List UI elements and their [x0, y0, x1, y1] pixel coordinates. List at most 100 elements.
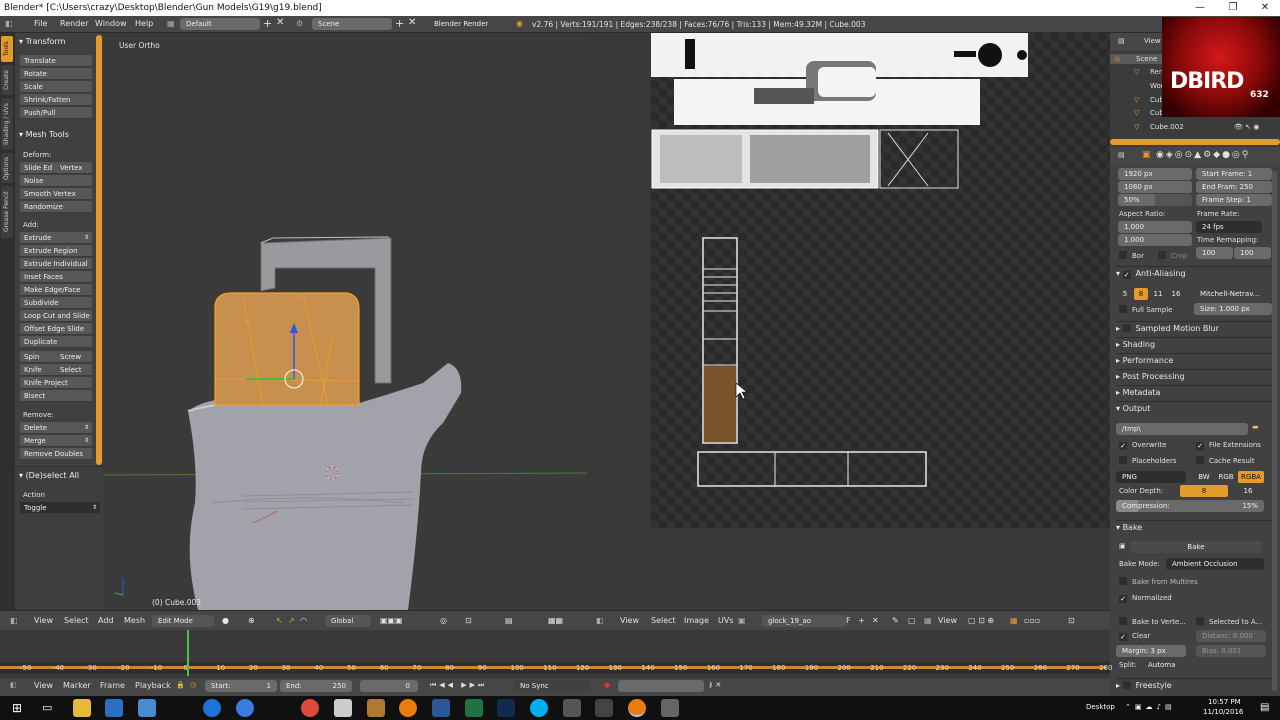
pivot-icon[interactable]: ⊕: [248, 616, 255, 625]
menu-window[interactable]: Window: [95, 19, 127, 28]
excel-icon[interactable]: [465, 699, 483, 717]
bake-button[interactable]: Bake: [1130, 541, 1262, 553]
properties-type-icon[interactable]: ▤: [1118, 151, 1125, 159]
blender-taskbar-icon[interactable]: [399, 699, 417, 717]
render-engine-select[interactable]: Blender Render: [428, 18, 508, 30]
clear-checkbox[interactable]: ✓ Clear: [1119, 632, 1150, 641]
full-sample-checkbox[interactable]: Full Sample: [1119, 305, 1172, 314]
outliner-item[interactable]: Cube.002: [1150, 123, 1184, 131]
manipulator-icon[interactable]: ↖: [276, 616, 283, 625]
visibility-icons[interactable]: 👁 ↖ ◉: [1234, 123, 1259, 131]
outliner-type-icon[interactable]: ▤: [1118, 37, 1125, 45]
viewport-menu-mesh[interactable]: Mesh: [124, 616, 145, 625]
context-tab-icons[interactable]: ◉◈◎⊙▲⚙◆●◎⚲: [1156, 150, 1250, 160]
metadata-panel-header[interactable]: ▸ Metadata: [1116, 385, 1272, 399]
store-icon[interactable]: [105, 699, 123, 717]
viewport-menu-select[interactable]: Select: [64, 616, 89, 625]
editor-type-icon[interactable]: ◧: [596, 616, 604, 625]
mode-select[interactable]: Edit Mode: [152, 615, 214, 627]
loop-cut-button[interactable]: Loop Cut and Slide: [20, 310, 92, 322]
app-icon[interactable]: [661, 699, 679, 717]
shrink-fatten-button[interactable]: Shrink/Fatten: [20, 94, 92, 106]
start-frame-field[interactable]: Start: 1: [205, 680, 277, 692]
color-mode-rgba[interactable]: RGBA: [1238, 471, 1264, 483]
chrome-icon[interactable]: [301, 699, 319, 717]
frame-step-field[interactable]: Frame Step: 1: [1196, 194, 1272, 206]
rotate-icon[interactable]: ◠: [300, 616, 307, 625]
translate-button[interactable]: Translate: [20, 55, 92, 67]
app-icon[interactable]: [236, 699, 254, 717]
tray-icons[interactable]: ⌃▣☁♪▤: [1125, 703, 1176, 711]
viewport-menu-view[interactable]: View: [34, 616, 53, 625]
color-mode-rgb[interactable]: RGB: [1215, 471, 1237, 483]
file-format-select[interactable]: PNG: [1116, 471, 1186, 483]
lock-icon[interactable]: 🔒: [176, 681, 185, 689]
notepad-icon[interactable]: [334, 699, 352, 717]
overwrite-checkbox[interactable]: ✓ Overwrite: [1119, 441, 1166, 450]
minimize-button[interactable]: —: [1185, 0, 1215, 16]
timeline-menu-frame[interactable]: Frame: [100, 681, 125, 690]
task-view-icon[interactable]: ▭: [42, 701, 52, 714]
post-processing-panel-header[interactable]: ▸ Post Processing: [1116, 369, 1272, 383]
folder-icon[interactable]: ▬: [1252, 423, 1259, 431]
extrude-individual-button[interactable]: Extrude Individual: [20, 258, 92, 270]
performance-panel-header[interactable]: ▸ Performance: [1116, 353, 1272, 367]
extrude-region-button[interactable]: Extrude Region: [20, 245, 92, 257]
scene-field[interactable]: Scene: [312, 18, 392, 30]
aspect-y-field[interactable]: 1.000: [1118, 234, 1192, 246]
app-icon[interactable]: [138, 699, 156, 717]
layer-buttons[interactable]: ▦▦: [548, 616, 563, 625]
snap-icon[interactable]: ⊡: [465, 616, 472, 625]
bake-mode-select[interactable]: Ambient Occlusion: [1166, 558, 1264, 570]
aa-samples-8[interactable]: 8: [1134, 288, 1148, 300]
sync-select-icon[interactable]: ▦: [1010, 616, 1018, 625]
start-frame-field[interactable]: Start Frame: 1: [1196, 168, 1272, 180]
aspect-x-field[interactable]: 1.000: [1118, 221, 1192, 233]
color-mode-bw[interactable]: BW: [1194, 471, 1214, 483]
file-explorer-icon[interactable]: [73, 699, 91, 717]
end-frame-field[interactable]: End: 250: [280, 680, 352, 692]
tab-grease-pencil[interactable]: Grease Pencil: [1, 186, 13, 238]
smooth-vertex-button[interactable]: Smooth Vertex: [20, 188, 92, 200]
app-icon[interactable]: [563, 699, 581, 717]
output-path-field[interactable]: /tmp\: [1116, 423, 1248, 435]
rotate-button[interactable]: Rotate: [20, 68, 92, 80]
offset-edge-slide-button[interactable]: Offset Edge Slide: [20, 323, 92, 335]
bias-field[interactable]: Bias: 0.001: [1196, 645, 1266, 657]
uv-menu-view[interactable]: View: [620, 616, 639, 625]
slide-edge-button[interactable]: Slide Ed: [20, 162, 56, 174]
remove-layout-icon[interactable]: ✕: [276, 17, 284, 28]
aa-panel-header[interactable]: ▾ ✓ Anti-Aliasing: [1116, 266, 1272, 280]
aa-samples-16[interactable]: 16: [1168, 288, 1184, 300]
outliner-menu-view[interactable]: View: [1144, 37, 1161, 45]
output-panel-header[interactable]: ▾ Output: [1116, 401, 1272, 415]
screen-layout-icon[interactable]: ▦: [167, 19, 175, 28]
word-icon[interactable]: [432, 699, 450, 717]
merge-button[interactable]: Merge ⇕: [20, 435, 92, 447]
uv-select-mode-icons[interactable]: ▫▫▫: [1024, 616, 1040, 625]
select-mode-icons[interactable]: ▣▣▣: [380, 616, 403, 625]
viewport-menu-add[interactable]: Add: [98, 616, 114, 625]
editor-type-icon[interactable]: ◧: [5, 19, 13, 28]
view-mode-icon[interactable]: ▦: [924, 616, 932, 625]
uv-menu-view2[interactable]: View: [938, 616, 957, 625]
motion-blur-panel-header[interactable]: ▸ Sampled Motion Blur: [1116, 321, 1272, 335]
outliner-scrollbar[interactable]: [1110, 139, 1280, 145]
mesh-tools-header[interactable]: ▾ Mesh Tools: [19, 130, 69, 139]
distance-field[interactable]: Distanc: 0.000: [1196, 630, 1266, 642]
unlink-image-icon[interactable]: ✕: [872, 616, 879, 625]
keying-set-field[interactable]: [618, 680, 704, 692]
scale-button[interactable]: Scale: [20, 81, 92, 93]
uv-image-editor[interactable]: [588, 33, 1110, 610]
aa-samples-11[interactable]: 11: [1150, 288, 1166, 300]
preview-range-icon[interactable]: ◷: [190, 681, 196, 689]
bisect-button[interactable]: Bisect: [20, 390, 92, 402]
image-browse-icon[interactable]: ▣: [738, 616, 746, 625]
outliner-item[interactable]: Scene: [1136, 55, 1157, 63]
knife-select-button[interactable]: Select: [56, 364, 92, 376]
render-tab-icon[interactable]: ▣: [1142, 150, 1151, 160]
timeline-menu-marker[interactable]: Marker: [63, 681, 91, 690]
playback-controls-icons[interactable]: ⏮◀◀ ▶▶⏭: [430, 681, 487, 690]
compression-slider[interactable]: Compression: 15%: [1116, 500, 1264, 512]
file-ext-checkbox[interactable]: ✓ File Extensions: [1196, 441, 1261, 450]
